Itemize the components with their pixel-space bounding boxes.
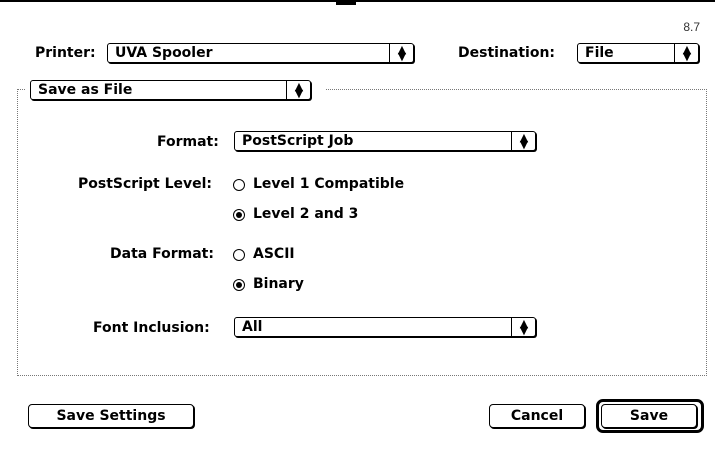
ascii-label: ASCII: [253, 246, 295, 262]
save-button[interactable]: Save: [601, 404, 697, 428]
updown-arrows-icon: ▲ ▼: [397, 43, 407, 63]
printer-popup[interactable]: UVA Spooler ▲ ▼: [107, 43, 414, 63]
version-label: 8.7: [683, 20, 700, 34]
cancel-button[interactable]: Cancel: [489, 404, 585, 428]
updown-arrows-icon: ▲ ▼: [519, 317, 529, 337]
radio-ascii[interactable]: [233, 249, 245, 261]
popup-separator: [511, 132, 512, 150]
window-title-fragment: [336, 2, 356, 5]
binary-label: Binary: [253, 276, 304, 292]
print-dialog: 8.7 Printer: UVA Spooler ▲ ▼ Destination:…: [0, 0, 715, 453]
data-format-label: Data Format:: [110, 246, 214, 262]
popup-separator: [389, 44, 390, 62]
postscript-level-label: PostScript Level:: [78, 176, 213, 192]
level-2-and-3-label: Level 2 and 3: [253, 206, 359, 222]
updown-arrows-icon: ▲ ▼: [519, 131, 529, 151]
font-inclusion-value: All: [242, 319, 263, 335]
destination-label: Destination:: [458, 45, 556, 61]
font-inclusion-popup[interactable]: All ▲ ▼: [234, 317, 536, 337]
popup-separator: [511, 318, 512, 336]
destination-popup[interactable]: File ▲ ▼: [577, 43, 699, 63]
radio-level-2-and-3[interactable]: [233, 209, 245, 221]
format-popup[interactable]: PostScript Job ▲ ▼: [234, 131, 536, 151]
destination-value: File: [585, 45, 614, 61]
printer-value: UVA Spooler: [115, 45, 213, 61]
panel-popup[interactable]: Save as File ▲ ▼: [30, 80, 311, 100]
updown-arrows-icon: ▲ ▼: [294, 80, 304, 100]
panel-value: Save as File: [38, 82, 133, 98]
save-settings-button[interactable]: Save Settings: [28, 404, 194, 428]
radio-binary[interactable]: [233, 279, 245, 291]
format-label: Format:: [157, 134, 219, 150]
updown-arrows-icon: ▲ ▼: [682, 43, 692, 63]
font-inclusion-label: Font Inclusion:: [93, 320, 210, 336]
popup-separator: [674, 44, 675, 62]
format-value: PostScript Job: [242, 133, 354, 149]
printer-label: Printer:: [35, 45, 96, 61]
level-1-label: Level 1 Compatible: [253, 176, 405, 192]
radio-level-1[interactable]: [233, 179, 245, 191]
popup-separator: [286, 81, 287, 99]
window-title-bar: [0, 0, 715, 2]
